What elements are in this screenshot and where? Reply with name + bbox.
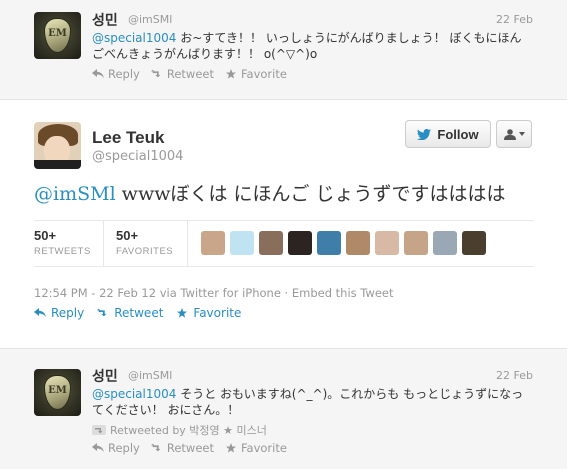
favoriter-avatar[interactable] bbox=[462, 231, 486, 255]
chevron-down-icon bbox=[518, 132, 525, 136]
tweet-date[interactable]: 22 Feb bbox=[496, 369, 533, 382]
tweet-text: @special1004 そうと おもいますね(^_^)。これからも もっとじょ… bbox=[92, 386, 532, 418]
expanded-tweet: Lee Teuk @special1004 Follow @imSMl wwwぼ… bbox=[0, 100, 567, 348]
twitter-bird-icon bbox=[417, 128, 432, 140]
follow-label: Follow bbox=[437, 126, 479, 142]
retweet-icon bbox=[92, 425, 106, 435]
reply-button[interactable]: Reply bbox=[34, 306, 84, 320]
retweet-button[interactable]: Retweet bbox=[150, 67, 214, 81]
author-handle[interactable]: @imSMl bbox=[128, 369, 172, 382]
mention-link[interactable]: @special1004 bbox=[92, 387, 176, 401]
mention-link[interactable]: @special1004 bbox=[92, 31, 176, 45]
favorites-stat[interactable]: 50+ FAVORITES bbox=[116, 228, 173, 257]
favorite-label: Favorite bbox=[193, 306, 242, 320]
tweet-text: @special1004 お~すてき！！ いっしょうにがんばりましょう！ ぼくも… bbox=[92, 30, 532, 62]
retweets-stat[interactable]: 50+ RETWEETS bbox=[34, 228, 91, 257]
tweet-item[interactable]: EM 성민 @imSMl 22 Feb @special1004 そうと おもい… bbox=[0, 348, 567, 469]
user-actions-dropdown[interactable] bbox=[496, 120, 532, 148]
favoriter-avatar[interactable] bbox=[259, 231, 283, 255]
tweet-meta[interactable]: 12:54 PM - 22 Feb 12 via Twitter for iPh… bbox=[34, 286, 394, 300]
reply-label: Reply bbox=[51, 306, 85, 320]
avatar[interactable]: EM bbox=[34, 12, 81, 59]
tweet-text: @imSMl wwwぼくは にほんご じょうずですはははは bbox=[34, 180, 534, 208]
reply-icon bbox=[92, 69, 104, 78]
author-name[interactable]: 성민 bbox=[92, 366, 118, 386]
favorite-button[interactable]: Favorite bbox=[225, 67, 287, 81]
favoriter-avatar[interactable] bbox=[288, 231, 312, 255]
favoriter-avatar[interactable] bbox=[230, 231, 254, 255]
favorite-label: Favorite bbox=[240, 441, 287, 455]
author-handle[interactable]: @special1004 bbox=[92, 149, 183, 164]
star-icon bbox=[177, 308, 188, 318]
favoriter-avatar[interactable] bbox=[346, 231, 370, 255]
mention-link[interactable]: @imSMl bbox=[34, 183, 116, 205]
star-icon bbox=[225, 69, 236, 79]
favorite-label: Favorite bbox=[240, 67, 287, 81]
follow-button[interactable]: Follow bbox=[405, 120, 491, 148]
tweet-date[interactable]: 22 Feb bbox=[496, 13, 533, 26]
retweets-label: RETWEETS bbox=[34, 246, 91, 257]
favoriter-avatar[interactable] bbox=[317, 231, 341, 255]
avatar[interactable] bbox=[34, 122, 81, 169]
favorite-button[interactable]: Favorite bbox=[176, 306, 241, 320]
retweet-icon bbox=[97, 308, 107, 317]
author-name[interactable]: 성민 bbox=[92, 10, 118, 30]
favoriter-avatar[interactable] bbox=[433, 231, 457, 255]
tweet-body: wwwぼくは にほんご じょうずですはははは bbox=[115, 183, 506, 205]
retweeted-by[interactable]: Retweeted by 박정영 ★ 미스너 bbox=[92, 422, 267, 438]
tweet-stats: 50+ RETWEETS 50+ FAVORITES bbox=[34, 220, 534, 267]
reply-icon bbox=[34, 308, 46, 317]
retweet-icon bbox=[150, 443, 161, 452]
retweet-icon bbox=[150, 69, 161, 78]
star-icon bbox=[225, 443, 236, 453]
author-name[interactable]: Lee Teuk bbox=[92, 128, 164, 148]
favoriter-avatar[interactable] bbox=[375, 231, 399, 255]
favorites-count: 50+ bbox=[116, 228, 139, 243]
tweet-item[interactable]: EM 성민 @imSMl 22 Feb @special1004 お~すてき！！… bbox=[0, 0, 567, 100]
reply-button[interactable]: Reply bbox=[92, 441, 140, 455]
avatar[interactable]: EM bbox=[34, 369, 81, 416]
favoriter-avatar[interactable] bbox=[404, 231, 428, 255]
retweet-button[interactable]: Retweet bbox=[97, 306, 163, 320]
favoriter-avatars bbox=[201, 231, 486, 255]
reply-icon bbox=[92, 443, 104, 452]
favorites-label: FAVORITES bbox=[116, 246, 174, 257]
retweets-count: 50+ bbox=[34, 228, 57, 243]
retweet-label: Retweet bbox=[166, 441, 214, 455]
reply-label: Reply bbox=[108, 441, 140, 455]
retweet-label: Retweet bbox=[166, 67, 214, 81]
retweeted-by-text: Retweeted by 박정영 ★ 미스너 bbox=[110, 424, 267, 437]
reply-label: Reply bbox=[108, 67, 140, 81]
retweet-button[interactable]: Retweet bbox=[150, 441, 214, 455]
favoriter-avatar[interactable] bbox=[201, 231, 225, 255]
author-handle[interactable]: @imSMl bbox=[128, 13, 172, 26]
reply-button[interactable]: Reply bbox=[92, 67, 140, 81]
retweet-label: Retweet bbox=[114, 306, 164, 320]
favorite-button[interactable]: Favorite bbox=[225, 441, 287, 455]
user-icon bbox=[503, 128, 516, 140]
